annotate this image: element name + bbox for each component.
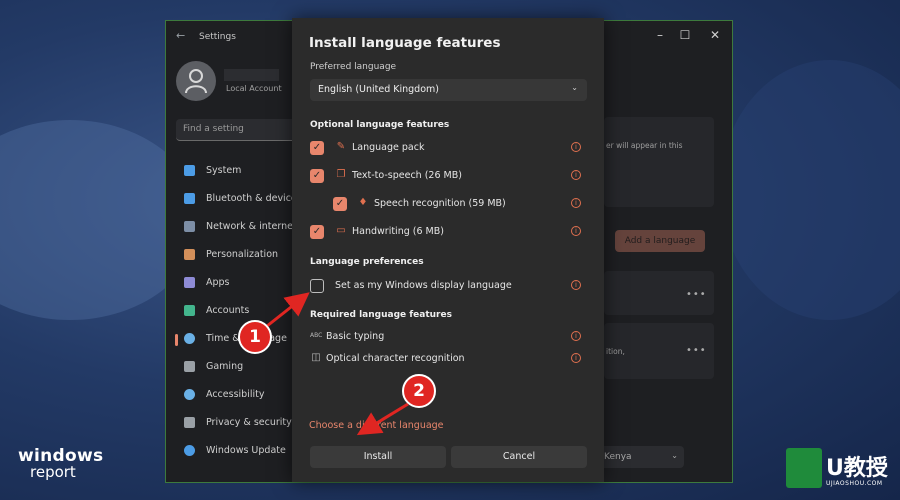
logo-text: U教授 — [826, 456, 888, 481]
windows-report-logo: windows report — [18, 448, 103, 480]
arrow-to-install-button — [356, 402, 409, 436]
ujiaoshou-logo: U教授 UJIAOSHOU.COM — [782, 444, 900, 500]
annotation-arrows — [261, 292, 409, 436]
step-2-badge: 2 — [402, 374, 436, 408]
logo-line-2: report — [30, 463, 76, 481]
logo-subtext: UJIAOSHOU.COM — [826, 480, 883, 487]
step-1-badge: 1 — [238, 320, 272, 354]
logo-mark-icon — [786, 448, 822, 488]
arrow-to-display-language — [261, 292, 310, 332]
